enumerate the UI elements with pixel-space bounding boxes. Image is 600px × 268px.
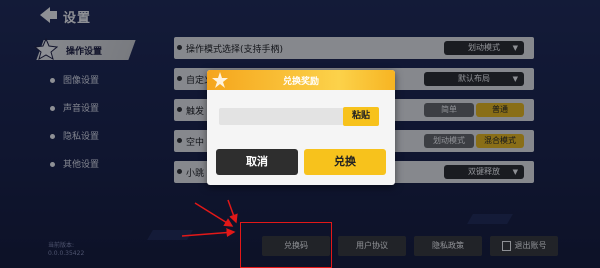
annotation-arrows bbox=[181, 199, 238, 238]
